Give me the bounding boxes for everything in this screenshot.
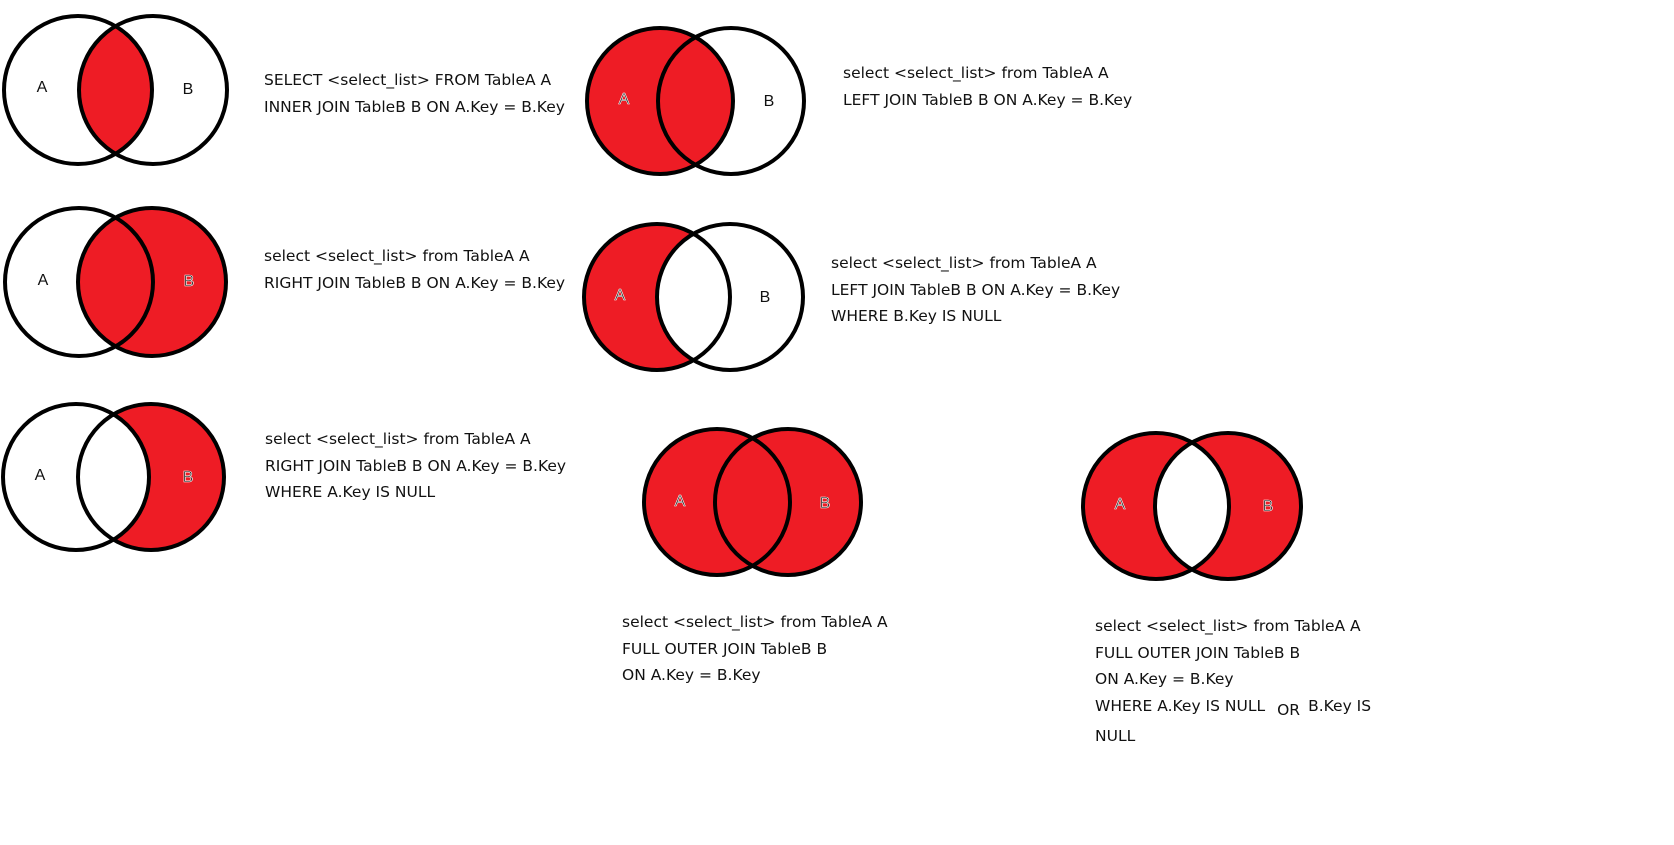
circle-a-label: A bbox=[37, 79, 48, 96]
sql-line: select <select_list> from TableA A bbox=[622, 613, 888, 631]
circle-a-label: A bbox=[38, 272, 49, 289]
sql-line: INNER JOIN TableB B ON A.Key = B.Key bbox=[264, 97, 565, 116]
sql-block-right-join: select <select_list> from TableA A RIGHT… bbox=[264, 243, 565, 296]
sql-where-right: B.Key IS bbox=[1308, 696, 1372, 715]
circle-b-label: B bbox=[820, 495, 831, 512]
venn-diagram-right-join-exclusive: AB bbox=[1, 402, 226, 552]
sql-block-full-outer-join: select <select_list> from TableA A FULL … bbox=[622, 609, 888, 689]
sql-line: WHERE B.Key IS NULL bbox=[831, 307, 1002, 325]
sql-line: select <select_list> from TableA A bbox=[265, 430, 531, 448]
sql-line: WHERE A.Key IS NULL bbox=[265, 483, 436, 501]
venn-diagram-left-join: AB bbox=[585, 26, 806, 176]
sql-block-inner-join: SELECT <select_list> FROM TableA A INNER… bbox=[264, 67, 565, 120]
venn-diagram-full-outer-join-exclusive: AB bbox=[1081, 431, 1303, 581]
circle-a-label: A bbox=[615, 287, 626, 304]
circle-a-label: A bbox=[619, 91, 630, 108]
sql-line: SELECT <select_list> FROM TableA A bbox=[264, 71, 552, 89]
join-diagram-canvas: A BA BA BA BA BA B A B bbox=[1, 14, 1303, 581]
sql-where-left: WHERE A.Key IS NULL bbox=[1095, 696, 1266, 715]
sql-line: NULL bbox=[1095, 727, 1136, 745]
sql-line: ON A.Key = B.Key bbox=[1095, 670, 1234, 688]
venn-diagram-right-join: AB bbox=[3, 206, 228, 358]
sql-line: select <select_list> from TableA A bbox=[264, 247, 530, 265]
sql-line: select <select_list> from TableA A bbox=[1095, 617, 1361, 635]
venn-diagram-inner-join: AB bbox=[2, 14, 229, 166]
sql-line: RIGHT JOIN TableB B ON A.Key = B.Key bbox=[265, 456, 567, 475]
circle-b-label: B bbox=[760, 289, 771, 306]
circle-b-label: B bbox=[184, 273, 195, 290]
venn-diagram-left-join-exclusive: AB bbox=[582, 222, 805, 372]
sql-line: LEFT JOIN TableB B ON A.Key = B.Key bbox=[843, 90, 1133, 109]
sql-block-left-join: select <select_list> from TableA A LEFT … bbox=[843, 60, 1132, 113]
sql-or-keyword: OR bbox=[1277, 700, 1301, 719]
circle-b-label: B bbox=[183, 469, 194, 486]
sql-block-right-join-exclusive: select <select_list> from TableA A RIGHT… bbox=[265, 426, 566, 506]
venn-diagram-full-outer-join: AB bbox=[642, 427, 863, 577]
sql-line: ON A.Key = B.Key bbox=[622, 666, 761, 684]
sql-line: select <select_list> from TableA A bbox=[843, 64, 1109, 82]
circle-a-label: A bbox=[35, 467, 46, 484]
sql-line: select <select_list> from TableA A bbox=[831, 254, 1097, 272]
circle-b-label: B bbox=[764, 93, 775, 110]
sql-line: LEFT JOIN TableB B ON A.Key = B.Key bbox=[831, 280, 1121, 299]
sql-where-line: WHERE A.Key IS NULL OR B.Key IS bbox=[1095, 693, 1371, 724]
circle-a-label: A bbox=[1115, 496, 1126, 513]
sql-line: RIGHT JOIN TableB B ON A.Key = B.Key bbox=[264, 273, 566, 292]
sql-block-left-join-exclusive: select <select_list> from TableA A LEFT … bbox=[831, 250, 1120, 330]
sql-line: FULL OUTER JOIN TableB B bbox=[1095, 643, 1301, 662]
circle-b-label: B bbox=[183, 81, 194, 98]
sql-line: FULL OUTER JOIN TableB B bbox=[622, 639, 828, 658]
circle-a-label: A bbox=[675, 493, 686, 510]
circle-b-label: B bbox=[1263, 498, 1274, 515]
sql-block-full-outer-join-exclusive: select <select_list> from TableA A FULL … bbox=[1095, 613, 1371, 750]
